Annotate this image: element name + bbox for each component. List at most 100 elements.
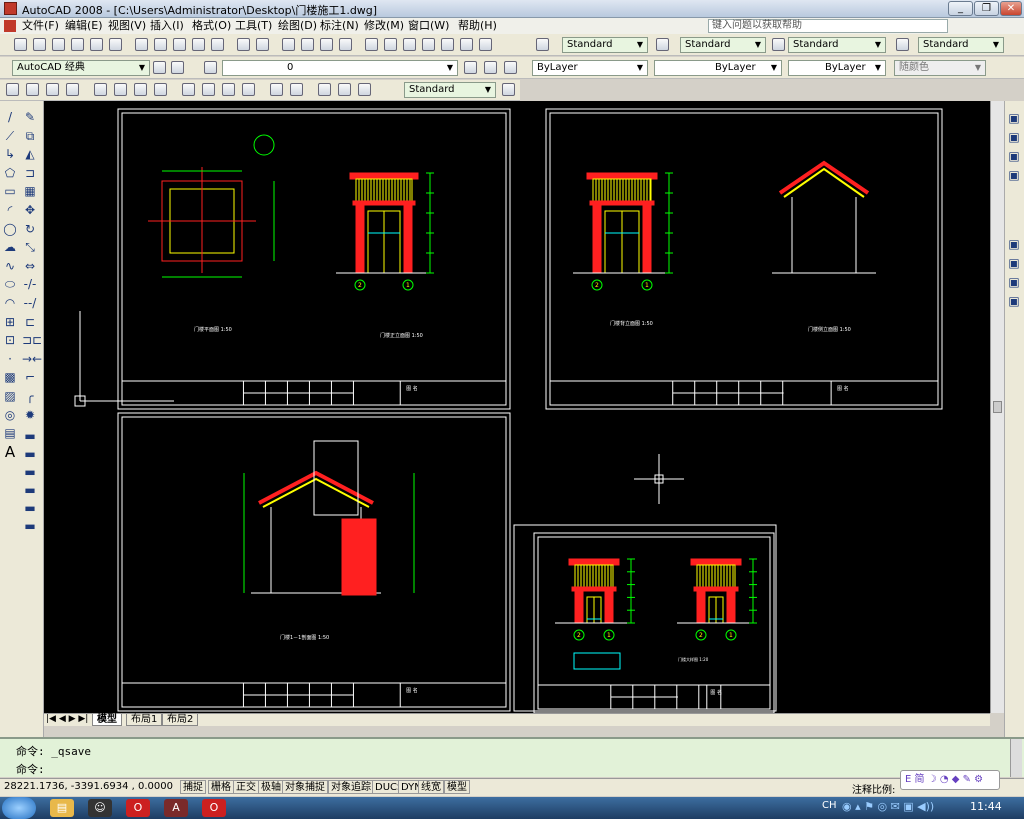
- make-block-icon[interactable]: ⊡: [2, 332, 18, 348]
- match-prop-icon[interactable]: [192, 38, 205, 51]
- annotation-scale-label[interactable]: 注释比例:: [852, 781, 895, 796]
- opera-icon[interactable]: O: [126, 799, 150, 817]
- baseline-icon[interactable]: [202, 83, 215, 96]
- 3d-icon[interactable]: ▣: [1006, 274, 1022, 290]
- redo-icon[interactable]: [256, 38, 269, 51]
- linetype-select[interactable]: ByLayer ▼: [654, 60, 782, 76]
- dim-style-icon[interactable]: [656, 38, 669, 51]
- layer-select[interactable]: 0 ▼: [222, 60, 458, 76]
- zoom-realtime-icon[interactable]: [301, 38, 314, 51]
- table-icon[interactable]: ▤: [2, 425, 18, 441]
- status-toggle-osnap[interactable]: 对象捕捉: [282, 780, 328, 794]
- status-toggle-otrack[interactable]: 对象追踪: [328, 780, 374, 794]
- gradient-icon[interactable]: ▨: [2, 388, 18, 404]
- pan-icon[interactable]: [282, 38, 295, 51]
- revcloud-icon[interactable]: ☁: [2, 239, 18, 255]
- design-center-icon[interactable]: [384, 38, 397, 51]
- tolerance-icon[interactable]: [270, 83, 283, 96]
- layer-icon[interactable]: ▣: [1006, 129, 1022, 145]
- tab-nav-arrows[interactable]: |◀ ◀ ▶ ▶|: [46, 714, 88, 724]
- menu-insert[interactable]: 插入(I): [150, 19, 184, 33]
- jogged-icon[interactable]: [114, 83, 127, 96]
- tool-palette-icon[interactable]: [403, 38, 416, 51]
- continue-icon[interactable]: [222, 83, 235, 96]
- single-line-text-icon[interactable]: ▬: [22, 518, 38, 534]
- scroll-thumb[interactable]: [993, 401, 1002, 413]
- mirror-icon[interactable]: ◭: [22, 146, 38, 162]
- block-editor-icon[interactable]: [211, 38, 224, 51]
- paste-icon[interactable]: [173, 38, 186, 51]
- menu-window[interactable]: 窗口(W): [408, 19, 449, 33]
- table-style-select[interactable]: Standard ▼: [788, 37, 886, 53]
- dim-update-icon[interactable]: [358, 83, 371, 96]
- orbit-icon[interactable]: ▣: [1006, 236, 1022, 252]
- radius-icon[interactable]: [94, 83, 107, 96]
- table-style-panel-icon[interactable]: ▬: [22, 482, 38, 498]
- polygon-icon[interactable]: ⬠: [2, 165, 18, 181]
- copy-object-icon[interactable]: ⧉: [22, 128, 38, 144]
- join-icon[interactable]: →←: [22, 351, 42, 367]
- publish-icon[interactable]: [109, 38, 122, 51]
- menu-file[interactable]: 文件(F): [22, 19, 59, 33]
- offset-icon[interactable]: ⊐: [22, 165, 38, 181]
- command-window[interactable]: 命令: _qsave 命令:: [0, 737, 1024, 777]
- break-icon[interactable]: ⊐⊏: [22, 332, 42, 348]
- tab-layout1[interactable]: 布局1: [126, 714, 163, 726]
- zoom-previous-icon[interactable]: [339, 38, 352, 51]
- layer-state-icon[interactable]: [504, 61, 517, 74]
- trim-icon[interactable]: -/-: [22, 276, 38, 292]
- menu-view[interactable]: 视图(V): [108, 19, 146, 33]
- make-current-layer-icon[interactable]: [464, 61, 477, 74]
- properties-icon[interactable]: [365, 38, 378, 51]
- extend-icon[interactable]: --/: [22, 295, 38, 311]
- scale-icon[interactable]: ⤡: [22, 239, 38, 255]
- undo-icon[interactable]: [237, 38, 250, 51]
- leader-icon[interactable]: ▬: [22, 500, 38, 516]
- insert-block-icon[interactable]: ⊞: [2, 314, 18, 330]
- angular-icon[interactable]: [154, 83, 167, 96]
- menu-dimension[interactable]: 标注(N): [320, 19, 359, 33]
- layer-previous-icon[interactable]: [484, 61, 497, 74]
- aligned-dim-icon[interactable]: [26, 83, 39, 96]
- print-icon[interactable]: [71, 38, 84, 51]
- rotate-icon[interactable]: ↻: [22, 221, 38, 237]
- fillet-icon[interactable]: ╭: [22, 388, 38, 404]
- explorer-icon[interactable]: ▤: [50, 799, 74, 817]
- status-toggle-model[interactable]: 模型: [444, 780, 470, 794]
- stretch-icon[interactable]: ⇔: [22, 258, 38, 274]
- ellipse-arc-icon[interactable]: ◠: [2, 295, 18, 311]
- dim-style-select-2[interactable]: Standard ▼: [404, 82, 496, 98]
- ellipse-icon[interactable]: ⬭: [2, 276, 18, 292]
- qq-icon[interactable]: ☺: [88, 799, 112, 817]
- qleader-icon[interactable]: [242, 83, 255, 96]
- table-style-icon[interactable]: [772, 38, 785, 51]
- ucs-icon[interactable]: ▣: [1006, 148, 1022, 164]
- lineweight-select[interactable]: ByLayer ▼: [788, 60, 886, 76]
- layer-manager-icon[interactable]: [204, 61, 217, 74]
- workspace-settings-icon[interactable]: [153, 61, 166, 74]
- arc-icon[interactable]: ◜: [2, 202, 18, 218]
- dim-style-select[interactable]: Standard ▼: [680, 37, 766, 53]
- opera-icon-2[interactable]: O: [202, 799, 226, 817]
- zoom-window-icon[interactable]: [320, 38, 333, 51]
- workspace-select[interactable]: AutoCAD 经典 ▼: [12, 60, 150, 76]
- center-mark-icon[interactable]: [290, 83, 303, 96]
- spline-icon[interactable]: ∿: [2, 258, 18, 274]
- break-point-icon[interactable]: ⊏: [22, 314, 38, 330]
- multileader-style-icon[interactable]: [896, 38, 909, 51]
- status-toggle-polar[interactable]: 极轴: [258, 780, 284, 794]
- arc-length-icon[interactable]: [46, 83, 59, 96]
- status-toggle-lwt[interactable]: 线宽: [418, 780, 444, 794]
- menu-tools[interactable]: 工具(T): [235, 19, 272, 33]
- new-icon[interactable]: [14, 38, 27, 51]
- ime-toolbar[interactable]: E 简 ☽ ◔ ◆ ✎ ⚙: [900, 770, 1000, 790]
- region-icon[interactable]: ◎: [2, 407, 18, 423]
- dim-text-edit-icon[interactable]: [338, 83, 351, 96]
- lock-icon[interactable]: [171, 61, 184, 74]
- preview-icon[interactable]: [90, 38, 103, 51]
- help-search-input[interactable]: 键入问题以获取帮助: [708, 19, 948, 33]
- menu-draw[interactable]: 绘图(D): [278, 19, 317, 33]
- ordinate-icon[interactable]: [66, 83, 79, 96]
- circle-icon[interactable]: ◯: [2, 221, 18, 237]
- chamfer-icon[interactable]: ⌐: [22, 369, 38, 385]
